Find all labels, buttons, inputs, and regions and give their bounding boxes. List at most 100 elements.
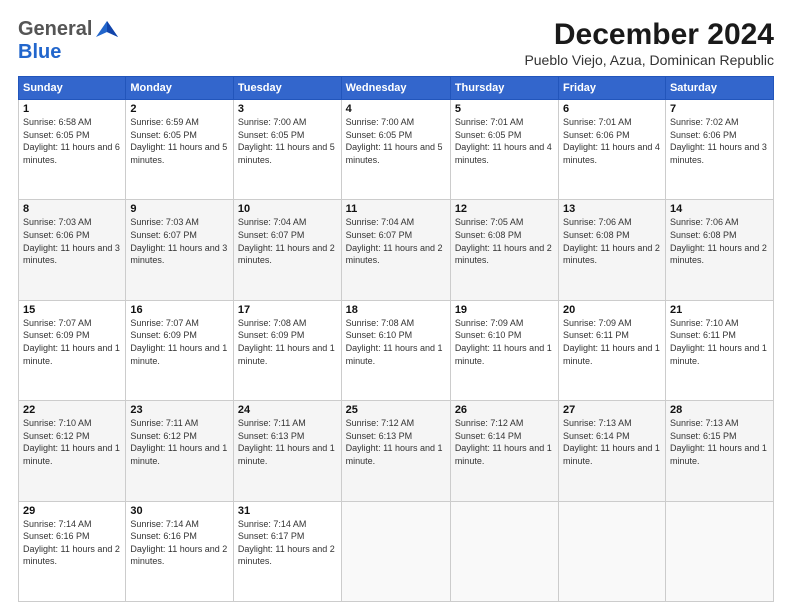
calendar-cell: 12Sunrise: 7:05 AM Sunset: 6:08 PM Dayli… bbox=[450, 200, 558, 300]
calendar-day-header: Thursday bbox=[450, 77, 558, 100]
day-info: Sunrise: 6:58 AM Sunset: 6:05 PM Dayligh… bbox=[23, 116, 121, 166]
calendar-cell: 10Sunrise: 7:04 AM Sunset: 6:07 PM Dayli… bbox=[233, 200, 341, 300]
calendar-cell: 2Sunrise: 6:59 AM Sunset: 6:05 PM Daylig… bbox=[126, 100, 234, 200]
day-info: Sunrise: 7:07 AM Sunset: 6:09 PM Dayligh… bbox=[23, 317, 121, 367]
day-number: 25 bbox=[346, 404, 446, 416]
day-number: 1 bbox=[23, 103, 121, 115]
day-number: 24 bbox=[238, 404, 337, 416]
calendar-day-header: Friday bbox=[559, 77, 666, 100]
day-number: 20 bbox=[563, 304, 661, 316]
calendar-week-row: 8Sunrise: 7:03 AM Sunset: 6:06 PM Daylig… bbox=[19, 200, 774, 300]
calendar-cell: 9Sunrise: 7:03 AM Sunset: 6:07 PM Daylig… bbox=[126, 200, 234, 300]
title-area: December 2024 Pueblo Viejo, Azua, Domini… bbox=[524, 18, 774, 68]
calendar-cell: 13Sunrise: 7:06 AM Sunset: 6:08 PM Dayli… bbox=[559, 200, 666, 300]
day-info: Sunrise: 7:07 AM Sunset: 6:09 PM Dayligh… bbox=[130, 317, 229, 367]
day-info: Sunrise: 7:14 AM Sunset: 6:16 PM Dayligh… bbox=[130, 518, 229, 568]
day-info: Sunrise: 7:09 AM Sunset: 6:11 PM Dayligh… bbox=[563, 317, 661, 367]
calendar-cell bbox=[341, 501, 450, 601]
calendar-cell: 19Sunrise: 7:09 AM Sunset: 6:10 PM Dayli… bbox=[450, 300, 558, 400]
day-info: Sunrise: 7:04 AM Sunset: 6:07 PM Dayligh… bbox=[346, 216, 446, 266]
calendar-cell: 21Sunrise: 7:10 AM Sunset: 6:11 PM Dayli… bbox=[665, 300, 773, 400]
calendar-cell: 24Sunrise: 7:11 AM Sunset: 6:13 PM Dayli… bbox=[233, 401, 341, 501]
calendar-cell: 1Sunrise: 6:58 AM Sunset: 6:05 PM Daylig… bbox=[19, 100, 126, 200]
day-number: 29 bbox=[23, 505, 121, 517]
calendar-day-header: Tuesday bbox=[233, 77, 341, 100]
calendar-cell bbox=[559, 501, 666, 601]
calendar-cell: 16Sunrise: 7:07 AM Sunset: 6:09 PM Dayli… bbox=[126, 300, 234, 400]
calendar-day-header: Sunday bbox=[19, 77, 126, 100]
logo-icon bbox=[96, 19, 118, 41]
calendar-cell: 26Sunrise: 7:12 AM Sunset: 6:14 PM Dayli… bbox=[450, 401, 558, 501]
calendar-cell: 28Sunrise: 7:13 AM Sunset: 6:15 PM Dayli… bbox=[665, 401, 773, 501]
day-number: 28 bbox=[670, 404, 769, 416]
calendar-cell: 15Sunrise: 7:07 AM Sunset: 6:09 PM Dayli… bbox=[19, 300, 126, 400]
day-info: Sunrise: 7:10 AM Sunset: 6:11 PM Dayligh… bbox=[670, 317, 769, 367]
calendar-cell bbox=[450, 501, 558, 601]
day-info: Sunrise: 7:05 AM Sunset: 6:08 PM Dayligh… bbox=[455, 216, 554, 266]
calendar-cell bbox=[665, 501, 773, 601]
day-number: 22 bbox=[23, 404, 121, 416]
day-number: 5 bbox=[455, 103, 554, 115]
day-number: 21 bbox=[670, 304, 769, 316]
calendar-cell: 5Sunrise: 7:01 AM Sunset: 6:05 PM Daylig… bbox=[450, 100, 558, 200]
day-number: 31 bbox=[238, 505, 337, 517]
day-info: Sunrise: 7:14 AM Sunset: 6:17 PM Dayligh… bbox=[238, 518, 337, 568]
day-number: 23 bbox=[130, 404, 229, 416]
day-number: 14 bbox=[670, 203, 769, 215]
calendar-week-row: 29Sunrise: 7:14 AM Sunset: 6:16 PM Dayli… bbox=[19, 501, 774, 601]
day-info: Sunrise: 7:12 AM Sunset: 6:13 PM Dayligh… bbox=[346, 417, 446, 467]
day-info: Sunrise: 7:09 AM Sunset: 6:10 PM Dayligh… bbox=[455, 317, 554, 367]
day-info: Sunrise: 7:13 AM Sunset: 6:15 PM Dayligh… bbox=[670, 417, 769, 467]
day-number: 7 bbox=[670, 103, 769, 115]
calendar-day-header: Saturday bbox=[665, 77, 773, 100]
day-info: Sunrise: 7:11 AM Sunset: 6:13 PM Dayligh… bbox=[238, 417, 337, 467]
calendar-cell: 11Sunrise: 7:04 AM Sunset: 6:07 PM Dayli… bbox=[341, 200, 450, 300]
calendar-cell: 23Sunrise: 7:11 AM Sunset: 6:12 PM Dayli… bbox=[126, 401, 234, 501]
day-info: Sunrise: 6:59 AM Sunset: 6:05 PM Dayligh… bbox=[130, 116, 229, 166]
day-info: Sunrise: 7:04 AM Sunset: 6:07 PM Dayligh… bbox=[238, 216, 337, 266]
day-number: 30 bbox=[130, 505, 229, 517]
day-number: 15 bbox=[23, 304, 121, 316]
day-info: Sunrise: 7:06 AM Sunset: 6:08 PM Dayligh… bbox=[563, 216, 661, 266]
calendar-week-row: 1Sunrise: 6:58 AM Sunset: 6:05 PM Daylig… bbox=[19, 100, 774, 200]
calendar-body: 1Sunrise: 6:58 AM Sunset: 6:05 PM Daylig… bbox=[19, 100, 774, 602]
day-number: 3 bbox=[238, 103, 337, 115]
day-number: 4 bbox=[346, 103, 446, 115]
day-info: Sunrise: 7:10 AM Sunset: 6:12 PM Dayligh… bbox=[23, 417, 121, 467]
logo-blue: Blue bbox=[18, 41, 61, 63]
calendar-cell: 25Sunrise: 7:12 AM Sunset: 6:13 PM Dayli… bbox=[341, 401, 450, 501]
calendar-week-row: 15Sunrise: 7:07 AM Sunset: 6:09 PM Dayli… bbox=[19, 300, 774, 400]
calendar-cell: 3Sunrise: 7:00 AM Sunset: 6:05 PM Daylig… bbox=[233, 100, 341, 200]
day-number: 27 bbox=[563, 404, 661, 416]
calendar-cell: 29Sunrise: 7:14 AM Sunset: 6:16 PM Dayli… bbox=[19, 501, 126, 601]
day-number: 11 bbox=[346, 203, 446, 215]
day-info: Sunrise: 7:01 AM Sunset: 6:05 PM Dayligh… bbox=[455, 116, 554, 166]
calendar-cell: 18Sunrise: 7:08 AM Sunset: 6:10 PM Dayli… bbox=[341, 300, 450, 400]
calendar-week-row: 22Sunrise: 7:10 AM Sunset: 6:12 PM Dayli… bbox=[19, 401, 774, 501]
calendar-cell: 22Sunrise: 7:10 AM Sunset: 6:12 PM Dayli… bbox=[19, 401, 126, 501]
header: General Blue December 2024 Pueblo Viejo,… bbox=[18, 18, 774, 68]
day-info: Sunrise: 7:12 AM Sunset: 6:14 PM Dayligh… bbox=[455, 417, 554, 467]
calendar-cell: 4Sunrise: 7:00 AM Sunset: 6:05 PM Daylig… bbox=[341, 100, 450, 200]
day-number: 16 bbox=[130, 304, 229, 316]
day-info: Sunrise: 7:14 AM Sunset: 6:16 PM Dayligh… bbox=[23, 518, 121, 568]
day-info: Sunrise: 7:13 AM Sunset: 6:14 PM Dayligh… bbox=[563, 417, 661, 467]
day-info: Sunrise: 7:00 AM Sunset: 6:05 PM Dayligh… bbox=[238, 116, 337, 166]
logo-general: General bbox=[18, 18, 92, 41]
day-number: 19 bbox=[455, 304, 554, 316]
day-info: Sunrise: 7:03 AM Sunset: 6:07 PM Dayligh… bbox=[130, 216, 229, 266]
page: General Blue December 2024 Pueblo Viejo,… bbox=[0, 0, 792, 612]
day-number: 10 bbox=[238, 203, 337, 215]
page-subtitle: Pueblo Viejo, Azua, Dominican Republic bbox=[524, 52, 774, 68]
day-info: Sunrise: 7:08 AM Sunset: 6:10 PM Dayligh… bbox=[346, 317, 446, 367]
calendar-day-header: Wednesday bbox=[341, 77, 450, 100]
calendar: SundayMondayTuesdayWednesdayThursdayFrid… bbox=[18, 76, 774, 602]
calendar-cell: 7Sunrise: 7:02 AM Sunset: 6:06 PM Daylig… bbox=[665, 100, 773, 200]
day-info: Sunrise: 7:01 AM Sunset: 6:06 PM Dayligh… bbox=[563, 116, 661, 166]
day-number: 18 bbox=[346, 304, 446, 316]
calendar-cell: 17Sunrise: 7:08 AM Sunset: 6:09 PM Dayli… bbox=[233, 300, 341, 400]
calendar-day-header: Monday bbox=[126, 77, 234, 100]
logo: General Blue bbox=[18, 18, 118, 64]
page-title: December 2024 bbox=[524, 18, 774, 52]
calendar-cell: 14Sunrise: 7:06 AM Sunset: 6:08 PM Dayli… bbox=[665, 200, 773, 300]
